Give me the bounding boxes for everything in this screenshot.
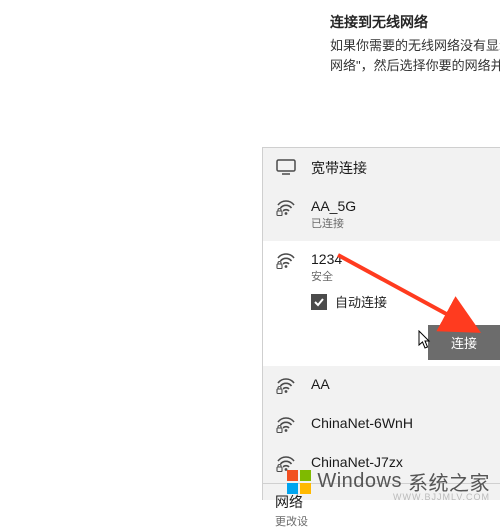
monitor-icon — [275, 159, 297, 175]
settings-help-body: 如果你需要的无线网络没有显示，选择"显示可用网络"，然后选择你要的网络并选择"连… — [330, 36, 500, 76]
watermark-url: WWW.BJJMLV.COM — [393, 492, 490, 502]
broadband-label: 宽带连接 — [311, 158, 492, 178]
auto-connect-checkbox[interactable]: 自动连接 — [311, 292, 500, 311]
wifi-secured-icon — [275, 416, 297, 434]
watermark-brand: Windows — [317, 470, 402, 493]
footer-sub: 更改设 — [275, 513, 488, 529]
wifi-name: ChinaNet-6WnH — [311, 415, 492, 431]
settings-help-title: 连接到无线网络 — [330, 12, 500, 32]
wifi-secured-icon — [275, 377, 297, 395]
auto-connect-label: 自动连接 — [335, 292, 387, 311]
broadband-item[interactable]: 宽带连接 — [263, 148, 500, 188]
wifi-secured-icon — [275, 252, 297, 270]
wifi-secured-icon — [275, 199, 297, 217]
wifi-status-connected: 已连接 — [311, 215, 492, 231]
wifi-status-secured: 安全 — [311, 268, 492, 284]
checkbox-checked-icon — [311, 294, 327, 310]
network-flyout: 宽带连接 AA_5G 已连接 1234 安全 自动连接 — [262, 147, 500, 500]
wifi-item-1234-selected[interactable]: 1234 安全 自动连接 连接 — [263, 241, 500, 366]
wifi-name: AA_5G — [311, 198, 492, 214]
settings-help-block: 连接到无线网络 如果你需要的无线网络没有显示，选择"显示可用网络"，然后选择你要… — [330, 12, 500, 76]
wifi-name: AA — [311, 376, 492, 392]
wifi-item-aa[interactable]: AA — [263, 366, 500, 405]
connect-button[interactable]: 连接 — [428, 325, 500, 360]
wifi-name: 1234 — [311, 251, 492, 267]
wifi-item-chinanet-6wnh[interactable]: ChinaNet-6WnH — [263, 405, 500, 444]
wifi-item-aa5g[interactable]: AA_5G 已连接 — [263, 188, 500, 241]
windows-logo-icon — [287, 470, 311, 494]
